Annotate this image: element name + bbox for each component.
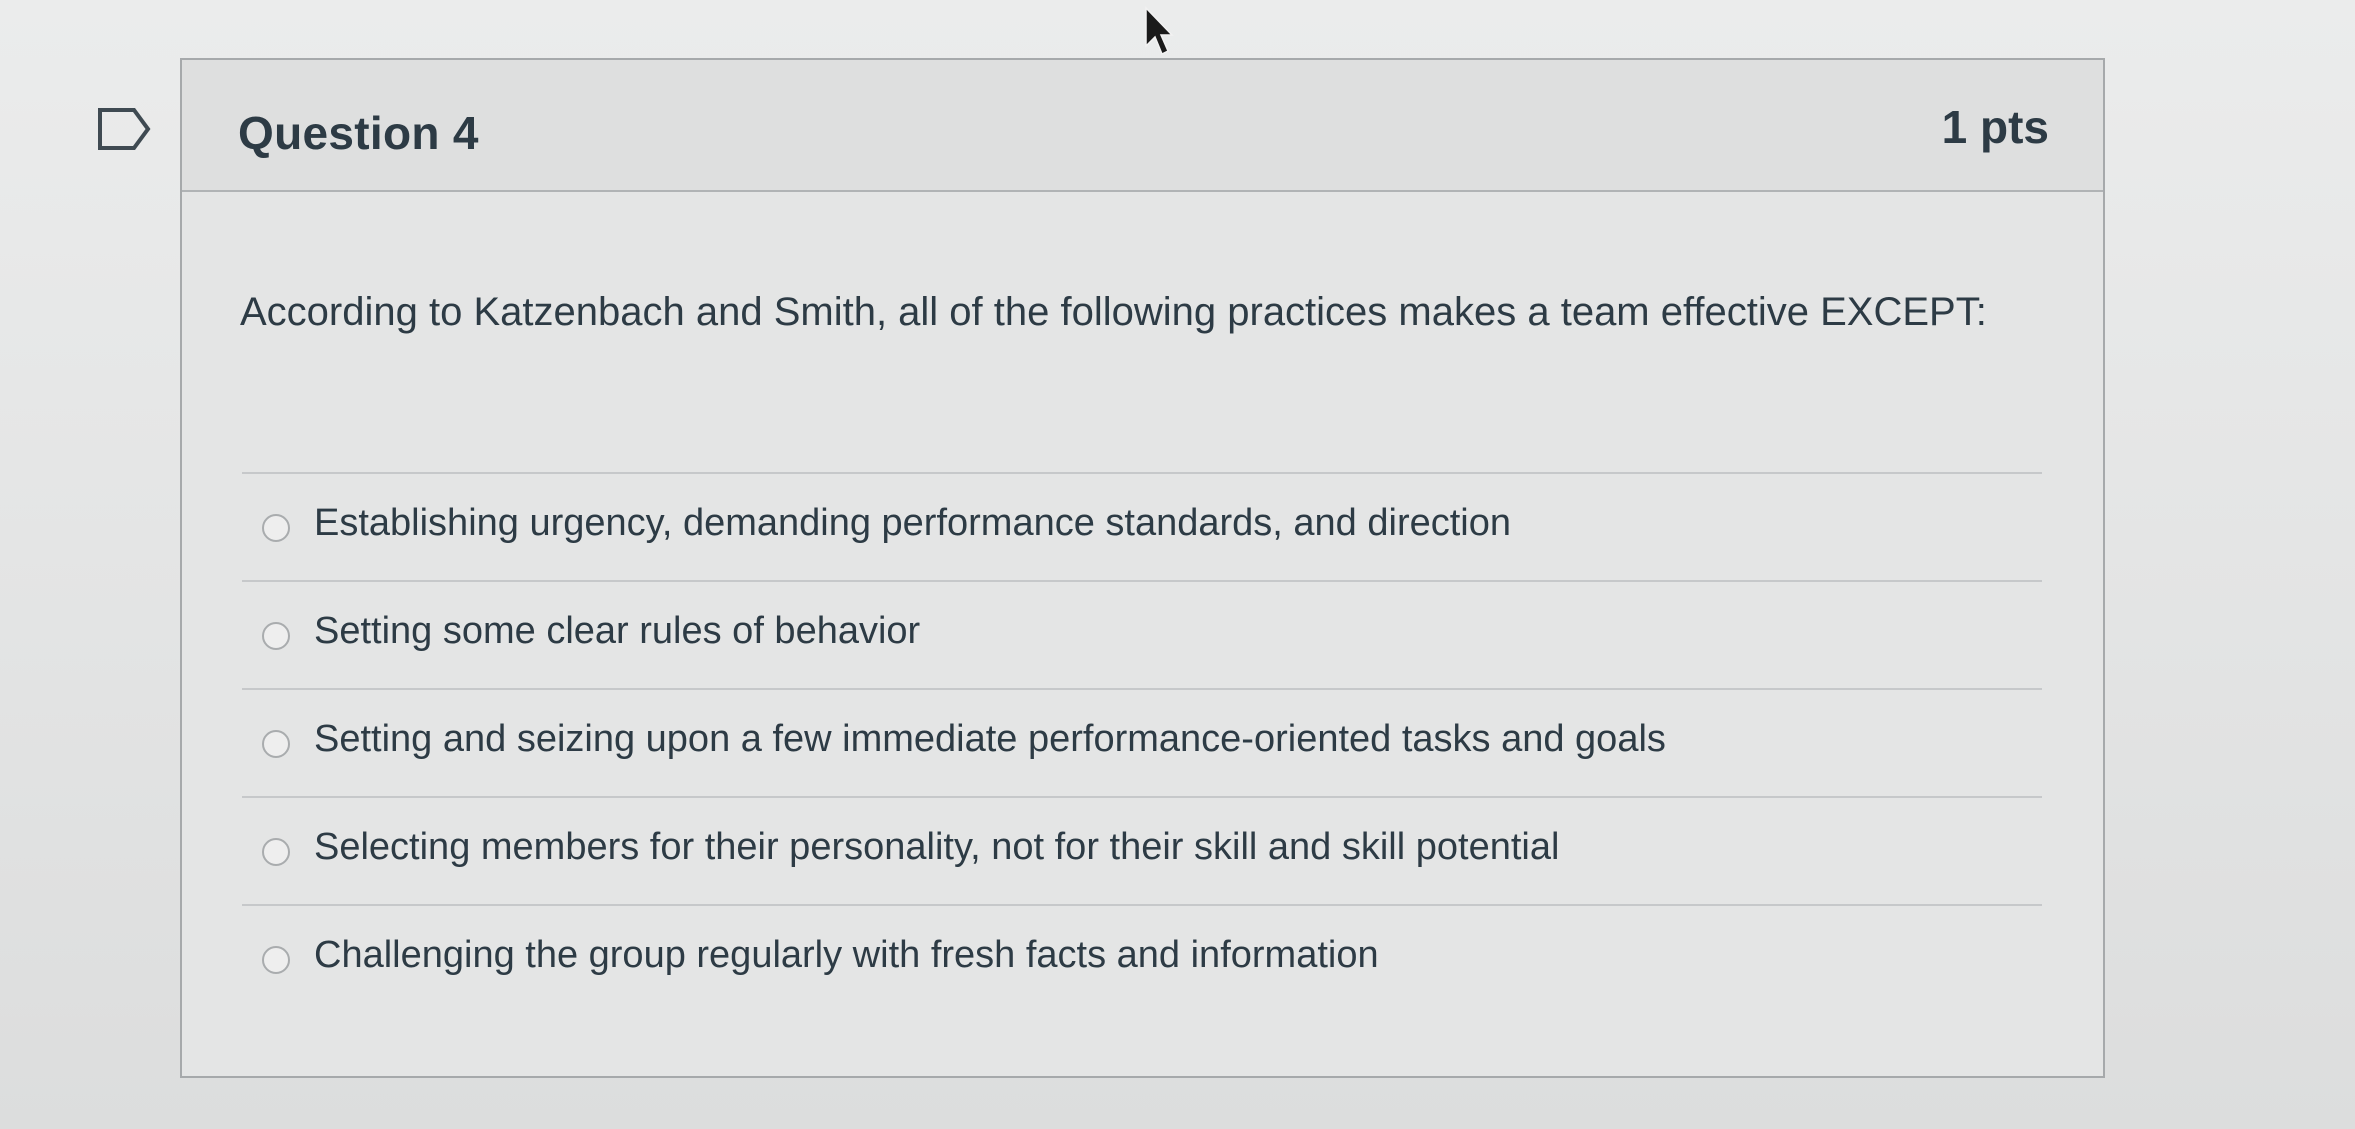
radio-button[interactable]: [262, 838, 290, 866]
mouse-cursor-icon: [1145, 6, 1174, 56]
answer-label[interactable]: Establishing urgency, demanding performa…: [314, 502, 1511, 545]
radio-button[interactable]: [262, 514, 290, 542]
question-text: According to Katzenbach and Smith, all o…: [240, 290, 1987, 334]
answer-label[interactable]: Setting some clear rules of behavior: [314, 610, 920, 653]
question-header: Question 4 1 pts: [182, 60, 2103, 192]
answer-label[interactable]: Challenging the group regularly with fre…: [314, 934, 1379, 977]
radio-button[interactable]: [262, 946, 290, 974]
question-points: 1 pts: [1941, 101, 2049, 153]
question-card: Question 4 1 pts According to Katzenbach…: [180, 58, 2105, 1078]
answer-list: Establishing urgency, demanding performa…: [242, 472, 2042, 1012]
radio-button[interactable]: [262, 622, 290, 650]
answer-option[interactable]: Setting and seizing upon a few immediate…: [242, 688, 2042, 796]
answer-option[interactable]: Challenging the group regularly with fre…: [242, 904, 2042, 1012]
answer-label[interactable]: Selecting members for their personality,…: [314, 826, 1559, 869]
answer-option[interactable]: Selecting members for their personality,…: [242, 796, 2042, 904]
quiz-page: Question 4 1 pts According to Katzenbach…: [0, 0, 2355, 1129]
question-title: Question 4: [238, 107, 479, 159]
answer-label[interactable]: Setting and seizing upon a few immediate…: [314, 718, 1666, 761]
answer-option[interactable]: Establishing urgency, demanding performa…: [242, 472, 2042, 580]
flag-question-icon[interactable]: [96, 106, 152, 152]
answer-option[interactable]: Setting some clear rules of behavior: [242, 580, 2042, 688]
radio-button[interactable]: [262, 730, 290, 758]
